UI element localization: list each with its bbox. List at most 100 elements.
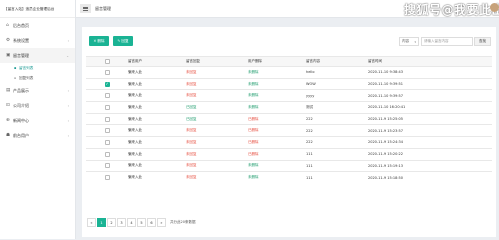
search-input[interactable]: 请输入留言内容: [421, 37, 473, 46]
delete-button-label: 删除: [97, 38, 105, 43]
cell-reply-status: 未回复: [186, 159, 248, 172]
row-checkbox[interactable]: [104, 116, 110, 122]
table-row[interactable]: 骗来入此 未回复 未删除 yyyy 2020-11-10 9:39:57: [86, 89, 492, 102]
delete-icon: ✕: [93, 39, 97, 43]
page-button[interactable]: 1: [97, 218, 106, 227]
row-checkbox[interactable]: [104, 69, 110, 75]
delete-button[interactable]: ✕ 删除: [89, 36, 109, 46]
next-page-button[interactable]: »: [157, 218, 166, 227]
table-row[interactable]: 骗来入此 已回复 已删除 222 2020-11-9 15:25:05: [86, 112, 492, 125]
cell-time: 2020-11-9 15:25:05: [368, 112, 492, 125]
cell-user: 骗来入此: [128, 112, 186, 125]
gear-icon: ⚙: [6, 38, 11, 43]
cell-reply-status: 未回复: [186, 124, 248, 137]
company-icon: ⊡: [6, 103, 10, 108]
column-header[interactable]: 留言内容: [306, 56, 368, 67]
chevron-left-icon: ‹: [67, 133, 69, 138]
sidebar-item-company[interactable]: ⊡ 公司介绍 ‹: [0, 98, 75, 113]
cell-reply-status: 未回复: [186, 66, 248, 79]
column-header[interactable]: 留言用户: [128, 56, 186, 67]
cell-user: 骗来入此: [128, 136, 186, 149]
page-button[interactable]: 3: [117, 218, 126, 227]
table-row[interactable]: 骗来入此未回复未删除WOW2020-11-10 9:39:51: [86, 77, 492, 90]
sidebar-subitem-message-list[interactable]: ▪ 留言列表: [0, 63, 75, 73]
cell-reply-status: 未回复: [186, 77, 248, 90]
table-row[interactable]: 骗来入此 未回复 已删除 222 2020-11-9 15:23:57: [86, 124, 492, 137]
cell-delete-status: 未删除: [248, 77, 306, 90]
cell-delete-status: 未删除: [248, 101, 306, 114]
table-row[interactable]: 骗来入此 未回复 未删除 111 2020-11-9 15:19:13: [86, 159, 492, 172]
table-row[interactable]: 骗来入此 未回复 未删除 111 2020-11-9 15:18:50: [86, 171, 492, 184]
row-checkbox[interactable]: [104, 93, 110, 99]
search-button[interactable]: 查找: [474, 37, 491, 46]
chevron-left-icon: ‹: [67, 118, 69, 123]
chevron-left-icon: ‹: [67, 103, 69, 108]
cell-reply-status: 已回复: [186, 101, 248, 114]
sidebar-item-news[interactable]: ⊕ 新闻中心 ‹: [0, 113, 75, 128]
reply-button[interactable]: ✎ 回复: [113, 36, 133, 46]
avatar[interactable]: [490, 3, 499, 12]
chevron-down-icon: ⌄: [66, 53, 69, 58]
page-button[interactable]: 4: [127, 218, 136, 227]
cell-delete-status: 未删除: [248, 171, 306, 184]
cell-reply-status: 未回复: [186, 171, 248, 184]
search-field-select[interactable]: 内容 ▾: [399, 37, 419, 46]
cell-content: 222: [306, 112, 368, 125]
cell-user: 骗来入此: [128, 124, 186, 137]
row-checkbox[interactable]: [104, 104, 110, 110]
page-button[interactable]: 2: [107, 218, 116, 227]
row-checkbox[interactable]: [104, 139, 110, 145]
product-icon: ▤: [6, 88, 11, 93]
cell-user: 骗来入此: [128, 159, 186, 172]
cell-user: 骗来入此: [128, 77, 186, 90]
cell-content: 222: [306, 124, 368, 137]
reply-button-label: 回复: [121, 38, 129, 43]
row-checkbox[interactable]: [104, 175, 110, 181]
table-row[interactable]: 骗来入此 未回复 未删除 hello 2020-11-10 9:38:43: [86, 66, 492, 79]
row-checkbox[interactable]: [104, 151, 110, 157]
prev-page-button[interactable]: «: [87, 218, 96, 227]
cell-time: 2020-11-10 16:20:41: [368, 101, 492, 114]
table-row[interactable]: 骗来入此 未回复 已删除 111 2020-11-9 15:20:22: [86, 147, 492, 160]
page-button[interactable]: 6: [147, 218, 156, 227]
cell-content: 111: [306, 147, 368, 160]
cell-reply-status: 未回复: [186, 89, 248, 102]
cell-content: 测试: [306, 101, 368, 114]
cell-time: 2020-11-10 9:39:57: [368, 89, 492, 102]
sidebar-item-home[interactable]: ⌂ 后台首页: [0, 18, 75, 33]
table-row[interactable]: 骗来入此 已回复 未删除 测试 2020-11-10 16:20:41: [86, 101, 492, 114]
cell-content: 111: [306, 171, 368, 184]
sidebar-subitem-label: 回复列表: [19, 75, 34, 80]
cell-user: 骗来入此: [128, 101, 186, 114]
watermark: 搜狐号@我要此出: [404, 3, 499, 17]
home-icon: ⌂: [6, 23, 9, 28]
sidebar-item-users[interactable]: ☗ 前台用户 ‹: [0, 128, 75, 143]
cell-reply-status: 未回复: [186, 136, 248, 149]
select-all-checkbox[interactable]: [104, 59, 110, 64]
cell-time: 2020-11-10 9:39:51: [368, 77, 492, 90]
row-checkbox[interactable]: [104, 81, 110, 87]
table-row[interactable]: 骗来入此 未回复 已删除 222 2020-11-9 15:24:34: [86, 136, 492, 149]
sidebar-item-label: 产品展示: [13, 87, 29, 93]
select-value: 内容: [402, 39, 409, 43]
sidebar-item-messages[interactable]: ▣ 留言管理 ⌄: [0, 48, 75, 63]
menu-toggle-icon[interactable]: [80, 4, 91, 13]
page-tab[interactable]: 留言管理: [95, 6, 111, 12]
row-checkbox[interactable]: [104, 163, 110, 169]
cell-user: 骗来入此: [128, 171, 186, 184]
sidebar-subitem-reply-list[interactable]: ▫ 回复列表: [0, 73, 75, 83]
sidebar: 【留言入站】追员企业管理后台 ⌂ 后台首页 ⚙ 系统设置 ‹ ▣ 留言管理 ⌄ …: [0, 0, 76, 239]
cell-time: 2020-11-9 15:20:22: [368, 147, 492, 160]
sidebar-item-label: 前台用户: [13, 132, 29, 138]
row-checkbox[interactable]: [104, 128, 110, 134]
sidebar-item-products[interactable]: ▤ 产品展示 ‹: [0, 83, 75, 98]
column-header[interactable]: 用户删除: [248, 56, 306, 67]
main-panel: ✕ 删除 ✎ 回复 内容 ▾ 请输入留言内容 查找 留言用户 留言回复 用户删除…: [82, 27, 496, 237]
page-button[interactable]: 5: [137, 218, 146, 227]
app-title: 【留言入站】追员企业管理后台: [0, 0, 75, 18]
column-header[interactable]: 留言时间: [368, 56, 492, 67]
sidebar-item-label: 新闻中心: [13, 117, 29, 123]
column-header[interactable]: 留言回复: [186, 56, 248, 67]
sidebar-item-settings[interactable]: ⚙ 系统设置 ‹: [0, 33, 75, 48]
cell-delete-status: 已删除: [248, 147, 306, 160]
